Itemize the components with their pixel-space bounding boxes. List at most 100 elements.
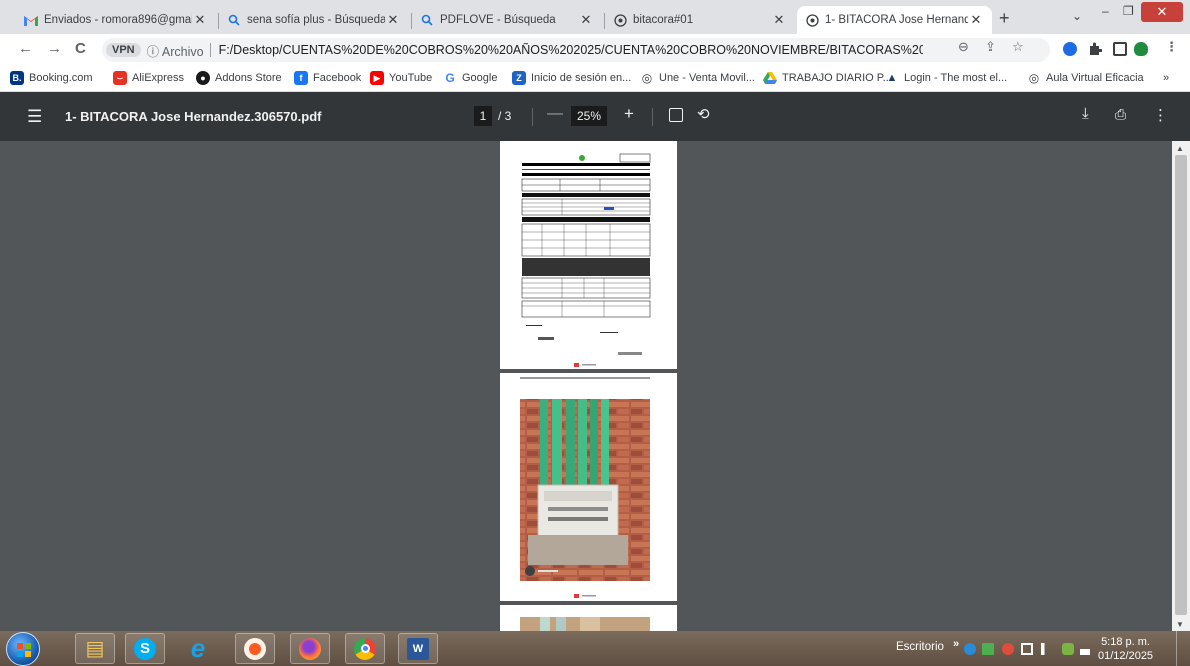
show-desktop-button[interactable] xyxy=(1176,631,1190,666)
extension-check-icon[interactable] xyxy=(1134,42,1148,56)
site-info[interactable]: ⓘ Archivo xyxy=(147,41,204,60)
close-tab-icon[interactable]: ✕ xyxy=(192,12,208,28)
bookmark-youtube[interactable]: ▶ YouTube xyxy=(370,71,432,85)
bookmark-trabajo-diario[interactable]: TRABAJO DIARIO P... xyxy=(763,71,892,85)
taskbar-skype[interactable]: S xyxy=(125,633,165,664)
bookmark-addons-store[interactable]: ● Addons Store xyxy=(196,71,282,85)
tab-bitacora01[interactable]: bitacora#01 ✕ xyxy=(605,6,795,34)
reload-button[interactable]: C xyxy=(75,40,86,57)
maximize-button[interactable]: ❐ xyxy=(1123,4,1134,24)
tray-flag-icon[interactable] xyxy=(1041,643,1053,655)
bookmarks-overflow-button[interactable]: » xyxy=(1163,72,1169,84)
url-divider xyxy=(209,43,211,57)
bookmark-une-venta[interactable]: ◎ Une - Venta Movil... xyxy=(640,71,755,85)
login-icon: ▲ xyxy=(886,72,898,84)
tray-battery-icon[interactable] xyxy=(1021,643,1033,655)
tray-security-icon[interactable] xyxy=(982,643,994,655)
bookmark-label: TRABAJO DIARIO P... xyxy=(782,72,892,84)
bookmark-label: Google xyxy=(462,72,498,84)
taskbar-word[interactable]: W xyxy=(398,633,438,664)
windows-taskbar: ▤ S e W Escritorio » 5:18 p. m. 01/12/20… xyxy=(0,631,1190,666)
bookmark-label: Une - Venta Movil... xyxy=(659,72,755,84)
bookmark-login[interactable]: ▲ Login - The most el... xyxy=(885,71,1008,85)
tab-gmail[interactable]: Enviados - romora896@gmail. ✕ xyxy=(16,6,216,34)
vpn-badge[interactable]: VPN xyxy=(106,43,141,57)
pdf-more-icon[interactable]: ⋮ xyxy=(1153,106,1168,124)
close-tab-icon[interactable]: ✕ xyxy=(385,12,401,28)
close-tab-icon[interactable]: ✕ xyxy=(578,12,594,28)
print-icon[interactable]: ⎙ xyxy=(1115,106,1126,123)
tab-title: PDFLOVE - Búsqueda xyxy=(440,14,556,26)
bookmark-label: YouTube xyxy=(389,72,433,84)
bookmarks-bar: B. Booking.com ⌣ AliExpress ● Addons Sto… xyxy=(0,64,1190,92)
start-button[interactable] xyxy=(6,632,40,666)
taskbar-file-explorer[interactable]: ▤ xyxy=(75,633,115,664)
page-3-photo-thumbnail xyxy=(520,617,650,631)
tab-sena-search[interactable]: sena sofía plus - Búsqueda ✕ xyxy=(219,6,409,34)
bookmark-facebook[interactable]: f Facebook xyxy=(294,71,361,85)
tab-bitacora-pdf[interactable]: 1- BITACORA Jose Hernandez. ✕ xyxy=(797,6,992,34)
tray-network-icon[interactable] xyxy=(1062,643,1074,655)
forward-button[interactable]: → xyxy=(47,40,62,57)
page-1-form-thumbnail xyxy=(521,153,651,367)
hamburger-menu-icon[interactable]: ☰ xyxy=(27,107,42,127)
system-clock[interactable]: 5:18 p. m. 01/12/2025 xyxy=(1098,635,1153,663)
pdf-document-area[interactable] xyxy=(0,141,1190,631)
back-button[interactable]: ← xyxy=(18,40,33,57)
bookmark-booking[interactable]: B. Booking.com xyxy=(10,71,93,85)
page-2-photo-thumbnail xyxy=(520,377,650,598)
bookmark-label: Addons Store xyxy=(215,72,282,84)
internet-explorer-icon: e xyxy=(190,633,206,663)
bookmark-aula-virtual[interactable]: ◎ Aula Virtual Eficacia xyxy=(1027,71,1144,85)
zoom-in-button[interactable]: + xyxy=(624,104,634,124)
rotate-icon[interactable]: ⟲ xyxy=(697,105,710,123)
close-tab-icon[interactable]: ✕ xyxy=(771,12,787,28)
tray-volume-icon[interactable] xyxy=(1002,643,1014,655)
bookmark-label: Facebook xyxy=(313,72,362,84)
taskbar-firefox[interactable] xyxy=(290,633,330,664)
browser-menu-icon[interactable]: ⋮ xyxy=(1165,39,1178,55)
bookmark-google[interactable]: G Google xyxy=(443,71,497,85)
download-icon[interactable]: ⤓ xyxy=(1082,105,1089,122)
tab-pdflove-search[interactable]: PDFLOVE - Búsqueda ✕ xyxy=(412,6,602,34)
close-tab-icon[interactable]: ✕ xyxy=(968,12,984,28)
bookmark-label: Login - The most el... xyxy=(904,72,1008,84)
share-icon[interactable]: ⇪ xyxy=(985,39,996,55)
pdf-page-1[interactable] xyxy=(500,141,677,369)
desktop-toolbar-label[interactable]: Escritorio xyxy=(896,641,944,653)
taskbar-internet-explorer[interactable]: e xyxy=(178,633,218,664)
close-window-button[interactable]: ✕ xyxy=(1141,2,1183,22)
new-tab-button[interactable]: + xyxy=(999,8,1010,29)
page-total: / 3 xyxy=(498,109,512,123)
extension-shield-icon[interactable] xyxy=(1063,42,1077,56)
zoom-icon[interactable]: ⊖ xyxy=(958,39,969,55)
sidepanel-icon[interactable] xyxy=(1113,42,1127,56)
tray-signal-icon[interactable] xyxy=(1080,643,1090,655)
pdf-page-3[interactable] xyxy=(500,605,677,631)
taskbar-opera-gx[interactable] xyxy=(235,633,275,664)
tray-overflow-button[interactable]: » xyxy=(953,638,959,650)
scroll-up-arrow-icon[interactable]: ▲ xyxy=(1176,144,1184,153)
pdf-scroll-thumb[interactable] xyxy=(1175,155,1187,615)
bookmark-label: Inicio de sesión en... xyxy=(531,72,632,84)
star-icon[interactable]: ☆ xyxy=(1012,39,1024,55)
tray-app-icon[interactable] xyxy=(964,643,976,655)
clock-time: 5:18 p. m. xyxy=(1101,636,1150,648)
address-bar[interactable]: VPN ⓘ Archivo F:/Desktop/CUENTAS%20DE%20… xyxy=(102,38,1050,62)
page-number-input[interactable]: 1 xyxy=(474,106,492,126)
taskbar-chrome[interactable] xyxy=(345,633,385,664)
gmail-icon xyxy=(24,13,38,27)
pdf-page-2[interactable] xyxy=(500,373,677,601)
bookmark-aliexpress[interactable]: ⌣ AliExpress xyxy=(113,71,184,85)
zoom-level-input[interactable]: 25% xyxy=(571,106,607,126)
zoom-out-button[interactable]: — xyxy=(547,105,563,123)
word-icon: W xyxy=(407,637,429,660)
search-icon xyxy=(227,13,241,27)
puzzle-icon[interactable] xyxy=(1088,42,1103,56)
tab-search-button[interactable]: ⌄ xyxy=(1072,9,1082,23)
scroll-down-arrow-icon[interactable]: ▼ xyxy=(1176,620,1184,629)
fit-page-icon[interactable] xyxy=(669,108,683,122)
bookmark-inicio-sesion[interactable]: Z Inicio de sesión en... xyxy=(512,71,631,85)
minimize-button[interactable]: – xyxy=(1102,4,1109,24)
url-text[interactable]: F:/Desktop/CUENTAS%20DE%20COBROS%20%20AÑ… xyxy=(219,43,923,57)
